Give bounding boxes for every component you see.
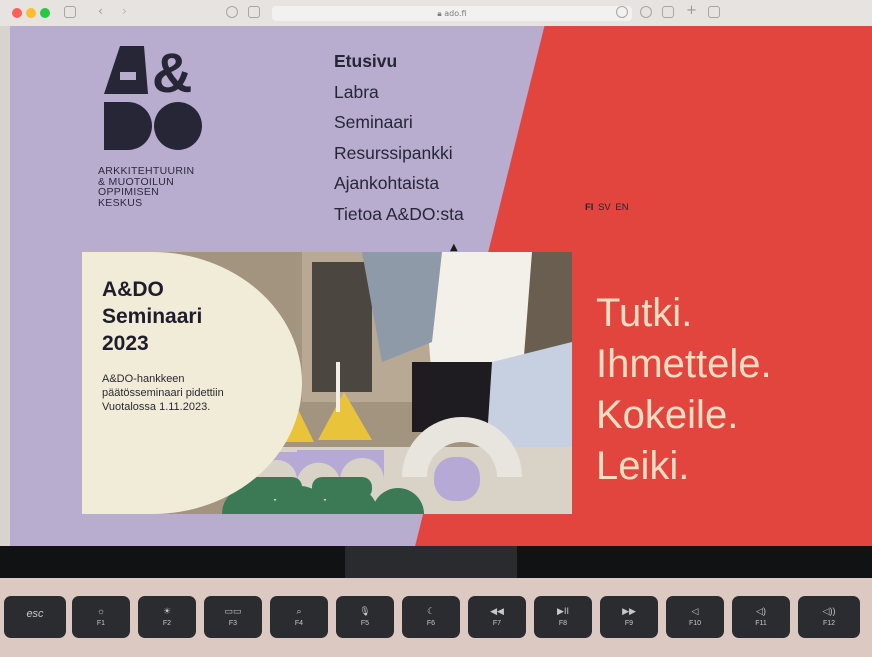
- key-f10[interactable]: ◁ F10: [666, 596, 724, 638]
- key-label: F6: [426, 620, 436, 627]
- tab-icon[interactable]: [248, 6, 260, 18]
- key-label: F1: [96, 620, 106, 627]
- tab-overview-icon[interactable]: [708, 6, 720, 18]
- logo-line: OPPIMISEN: [98, 186, 160, 198]
- key-esc[interactable]: esc: [4, 596, 66, 638]
- card-text-line: Vuotalossa 1.11.2023.: [102, 401, 211, 413]
- seminar-hero-card[interactable]: A&DO Seminaari 2023 A&DO-hankkeen päätös…: [82, 252, 572, 514]
- browser-toolbar: ‹ › 🔒︎ ado.fi +: [0, 0, 872, 26]
- key-label: F2: [162, 620, 172, 627]
- rewind-icon: ◀◀: [490, 606, 504, 616]
- main-navigation: Etusivu Labra Seminaari Resurssipankki A…: [334, 46, 464, 229]
- slogan-line: Kokeile.: [596, 393, 739, 437]
- key-f8[interactable]: ▶II F8: [534, 596, 592, 638]
- slogan-line: Tutki.: [596, 291, 693, 335]
- download-icon[interactable]: [640, 6, 652, 18]
- language-en[interactable]: EN: [615, 202, 628, 213]
- back-icon[interactable]: ‹: [98, 4, 103, 18]
- key-label: F9: [624, 620, 634, 627]
- svg-text:&: &: [152, 42, 192, 104]
- slogan-line: Ihmettele.: [596, 342, 772, 386]
- key-label: F8: [558, 620, 568, 627]
- share-icon[interactable]: [662, 6, 674, 18]
- key-label: F3: [228, 620, 238, 627]
- logo-line: KESKUS: [98, 196, 143, 209]
- key-label: F5: [360, 620, 370, 627]
- key-f9[interactable]: ▶▶ F9: [600, 596, 658, 638]
- lock-icon: 🔒︎: [437, 9, 442, 18]
- key-label: F7: [492, 620, 502, 627]
- url-text: ado.fi: [444, 9, 467, 18]
- close-window-button[interactable]: [12, 8, 22, 18]
- card-description: A&DO-hankkeen päätösseminaari pidettiin …: [102, 372, 302, 414]
- sidebar-icon[interactable]: [64, 6, 76, 18]
- volume-up-icon: ◁)): [822, 606, 836, 616]
- address-bar[interactable]: 🔒︎ ado.fi: [272, 6, 632, 21]
- brightness-up-icon: ☀: [162, 606, 172, 616]
- nav-item-tietoa[interactable]: Tietoa A&DO:sta: [334, 199, 464, 230]
- website-viewport: & ARKKITEHTUURIN & MUOTOILUN OPPIMISEN K…: [10, 26, 872, 546]
- card-title-line: A&DO: [102, 278, 164, 301]
- card-title: A&DO Seminaari 2023: [102, 276, 302, 357]
- logo-line: ARKKITEHTUURIN: [98, 165, 195, 177]
- key-f4[interactable]: ⌕ F4: [270, 596, 328, 638]
- mission-control-icon: ▭▭: [224, 606, 242, 616]
- key-f1[interactable]: ☼ F1: [72, 596, 130, 638]
- fast-forward-icon: ▶▶: [622, 606, 636, 616]
- card-text-line: päätösseminaari pidettiin: [102, 387, 224, 399]
- language-sv[interactable]: SV: [598, 202, 611, 213]
- nav-item-seminaari[interactable]: Seminaari: [334, 107, 464, 138]
- card-title-line: Seminaari: [102, 305, 203, 328]
- brightness-down-icon: ☼: [96, 606, 106, 616]
- logo-text: ARKKITEHTUURIN & MUOTOILUN OPPIMISEN KES…: [98, 166, 248, 208]
- nav-item-ajankohtaista[interactable]: Ajankohtaista: [334, 168, 464, 199]
- card-title-line: 2023: [102, 332, 149, 355]
- key-label: F4: [294, 620, 304, 627]
- nav-item-resurssipankki[interactable]: Resurssipankki: [334, 138, 464, 169]
- key-label: F10: [688, 620, 702, 627]
- forward-icon[interactable]: ›: [122, 4, 127, 18]
- mute-icon: ◁: [691, 606, 699, 616]
- laptop-hinge: [345, 546, 517, 578]
- slogan-line: Leiki.: [596, 444, 690, 488]
- nav-item-labra[interactable]: Labra: [334, 77, 464, 108]
- ado-logo[interactable]: &: [98, 42, 208, 154]
- volume-down-icon: ◁): [756, 606, 766, 616]
- minimize-window-button[interactable]: [26, 8, 36, 18]
- key-f11[interactable]: ◁) F11: [732, 596, 790, 638]
- nav-item-etusivu[interactable]: Etusivu: [334, 46, 464, 77]
- play-pause-icon: ▶II: [557, 606, 569, 616]
- card-text-line: A&DO-hankkeen: [102, 373, 185, 385]
- moon-icon: ☾: [426, 606, 436, 616]
- key-f5[interactable]: 🎙 F5: [336, 596, 394, 638]
- microphone-icon: 🎙: [359, 606, 371, 616]
- reload-icon[interactable]: [616, 6, 628, 18]
- key-label: F12: [822, 620, 836, 627]
- language-switcher: FI SV EN: [585, 202, 631, 213]
- key-f3[interactable]: ▭▭ F3: [204, 596, 262, 638]
- key-f2[interactable]: ☀ F2: [138, 596, 196, 638]
- key-f6[interactable]: ☾ F6: [402, 596, 460, 638]
- key-label: esc: [26, 608, 44, 620]
- language-fi[interactable]: FI: [585, 202, 593, 213]
- search-icon: ⌕: [296, 606, 302, 616]
- slogan: Tutki. Ihmettele. Kokeile. Leiki.: [596, 288, 772, 492]
- zoom-window-button[interactable]: [40, 8, 50, 18]
- shield-icon[interactable]: [226, 6, 238, 18]
- new-tab-icon[interactable]: +: [686, 3, 697, 18]
- key-f7[interactable]: ◀◀ F7: [468, 596, 526, 638]
- key-f12[interactable]: ◁)) F12: [798, 596, 860, 638]
- key-label: F11: [755, 620, 767, 627]
